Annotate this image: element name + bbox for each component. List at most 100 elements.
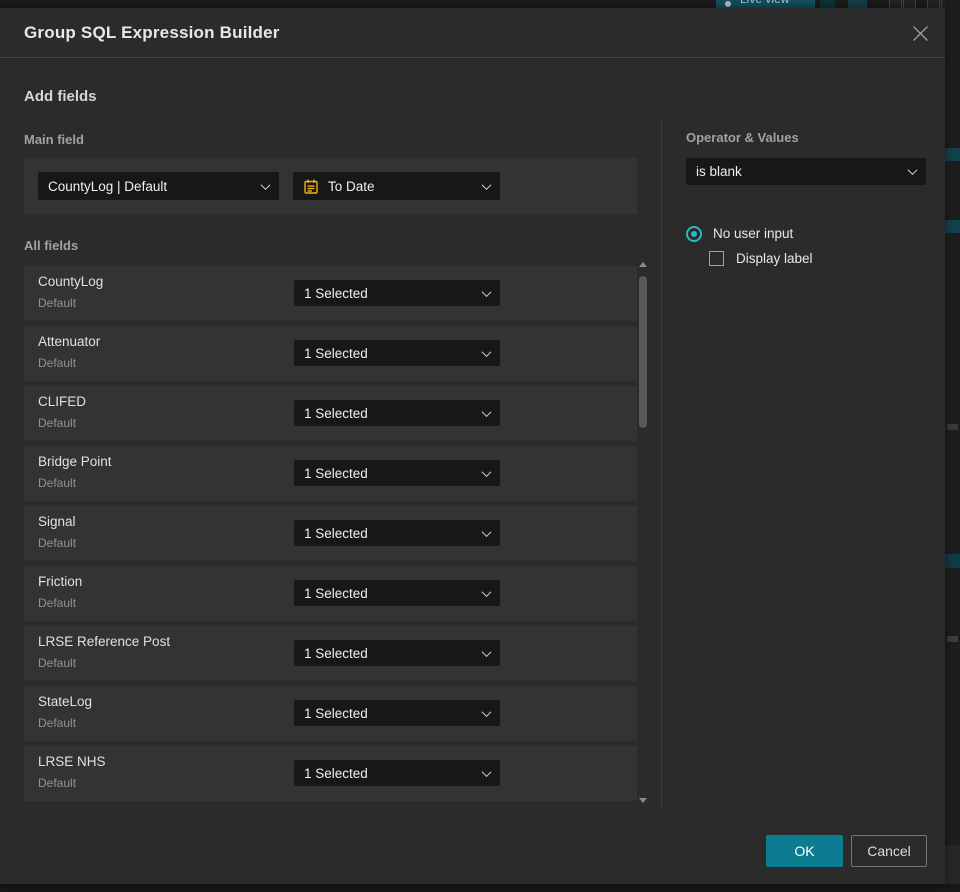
field-row-friction: Friction Default 1 Selected — [24, 566, 637, 621]
field-name: CLIFED — [38, 394, 87, 409]
field-name: LRSE NHS — [38, 754, 106, 769]
background-toolbar-fragment: Live view — [0, 0, 960, 8]
main-field-label: Main field — [24, 132, 84, 147]
display-label-checkbox[interactable] — [709, 251, 724, 266]
background-fragment — [945, 845, 960, 884]
field-subtitle: Default — [38, 296, 77, 310]
field-values-select[interactable]: 1 Selected — [294, 400, 500, 426]
chevron-down-icon — [481, 766, 492, 777]
panel-divider — [661, 120, 662, 810]
add-fields-heading: Add fields — [24, 88, 97, 105]
background-toolbar-item — [927, 0, 940, 8]
field-row-signal: Signal Default 1 Selected — [24, 506, 637, 561]
field-row-bridge-point: Bridge Point Default 1 Selected — [24, 446, 637, 501]
background-panel-fragment — [945, 0, 960, 892]
field-values-selected: 1 Selected — [304, 585, 368, 601]
screen: Live view Group SQL Expression Builder A… — [0, 0, 960, 892]
field-values-selected: 1 Selected — [304, 285, 368, 301]
field-row-clifed: CLIFED Default 1 Selected — [24, 386, 637, 441]
radio-dot — [691, 231, 697, 237]
field-subtitle: Default — [38, 476, 77, 490]
chevron-down-icon — [481, 646, 492, 657]
field-name: Friction — [38, 574, 83, 589]
field-values-select[interactable]: 1 Selected — [294, 340, 500, 366]
field-subtitle: Default — [38, 656, 77, 670]
field-subtitle: Default — [38, 776, 77, 790]
field-values-selected: 1 Selected — [304, 465, 368, 481]
field-values-selected: 1 Selected — [304, 345, 368, 361]
field-row-lrse-reference-post: LRSE Reference Post Default 1 Selected — [24, 626, 637, 681]
main-field-field-select[interactable]: To Date — [293, 172, 500, 200]
field-values-selected: 1 Selected — [304, 705, 368, 721]
chevron-down-icon — [481, 706, 492, 717]
no-user-input-label: No user input — [713, 226, 794, 241]
field-values-select[interactable]: 1 Selected — [294, 460, 500, 486]
chevron-down-icon — [481, 526, 492, 537]
field-values-selected: 1 Selected — [304, 645, 368, 661]
field-subtitle: Default — [38, 536, 77, 550]
chevron-down-icon — [481, 586, 492, 597]
dialog-header: Group SQL Expression Builder — [0, 8, 945, 58]
scrollbar-up-arrow[interactable] — [639, 262, 647, 267]
background-fragment — [945, 220, 960, 233]
field-values-select[interactable]: 1 Selected — [294, 700, 500, 726]
chevron-down-icon — [481, 346, 492, 357]
no-user-input-radio[interactable] — [686, 226, 702, 242]
field-name: Bridge Point — [38, 454, 112, 469]
background-fragment — [947, 424, 958, 430]
field-values-selected: 1 Selected — [304, 405, 368, 421]
main-field-layer-select[interactable]: CountyLog | Default — [38, 172, 279, 200]
field-values-select[interactable]: 1 Selected — [294, 580, 500, 606]
field-values-select[interactable]: 1 Selected — [294, 280, 500, 306]
chevron-down-icon — [260, 179, 271, 190]
field-row-statelog: StateLog Default 1 Selected — [24, 686, 637, 741]
cancel-button[interactable]: Cancel — [851, 835, 927, 867]
field-values-selected: 1 Selected — [304, 525, 368, 541]
field-row-attenuator: Attenuator Default 1 Selected — [24, 326, 637, 381]
field-values-select[interactable]: 1 Selected — [294, 520, 500, 546]
live-view-label: Live view — [740, 0, 789, 6]
field-name: Signal — [38, 514, 76, 529]
close-icon — [912, 25, 928, 41]
chevron-down-icon — [481, 466, 492, 477]
dialog-title: Group SQL Expression Builder — [24, 23, 280, 42]
field-subtitle: Default — [38, 416, 77, 430]
chevron-down-icon — [481, 179, 492, 190]
layer-select-value: CountyLog | Default — [48, 178, 168, 194]
group-sql-expression-builder-dialog: Group SQL Expression Builder Add fields … — [0, 8, 945, 884]
live-dot-icon — [725, 1, 731, 7]
operator-select[interactable]: is blank — [686, 158, 926, 185]
field-values-select[interactable]: 1 Selected — [294, 640, 500, 666]
background-toolbar-item — [848, 0, 867, 8]
ok-button[interactable]: OK — [766, 835, 843, 867]
calendar-date-icon — [303, 178, 319, 195]
background-toolbar-item — [889, 0, 902, 8]
close-button[interactable] — [908, 21, 932, 45]
scrollbar-down-arrow[interactable] — [639, 798, 647, 803]
background-fragment — [0, 884, 960, 892]
field-values-selected: 1 Selected — [304, 765, 368, 781]
field-name: Attenuator — [38, 334, 101, 349]
all-fields-label: All fields — [24, 238, 79, 253]
chevron-down-icon — [481, 406, 492, 417]
field-values-select[interactable]: 1 Selected — [294, 760, 500, 786]
main-field-container: CountyLog | Default To Date — [24, 158, 637, 214]
field-subtitle: Default — [38, 716, 77, 730]
background-toolbar-item — [903, 0, 916, 8]
display-label-label: Display label — [736, 251, 813, 266]
field-subtitle: Default — [38, 356, 77, 370]
live-view-button-fragment[interactable]: Live view — [716, 0, 815, 8]
field-row-lrse-nhs: LRSE NHS Default 1 Selected — [24, 746, 637, 801]
background-fragment — [945, 554, 960, 568]
chevron-down-icon — [481, 286, 492, 297]
background-toolbar-item — [820, 0, 835, 8]
background-fragment — [945, 148, 960, 161]
field-subtitle: Default — [38, 596, 77, 610]
scrollbar-thumb[interactable] — [639, 276, 647, 428]
chevron-down-icon — [907, 165, 918, 176]
field-row-countylog: CountyLog Default 1 Selected — [24, 266, 637, 321]
field-name: CountyLog — [38, 274, 104, 289]
field-select-value: To Date — [328, 178, 375, 194]
background-fragment — [947, 636, 958, 642]
operator-select-value: is blank — [696, 164, 742, 179]
